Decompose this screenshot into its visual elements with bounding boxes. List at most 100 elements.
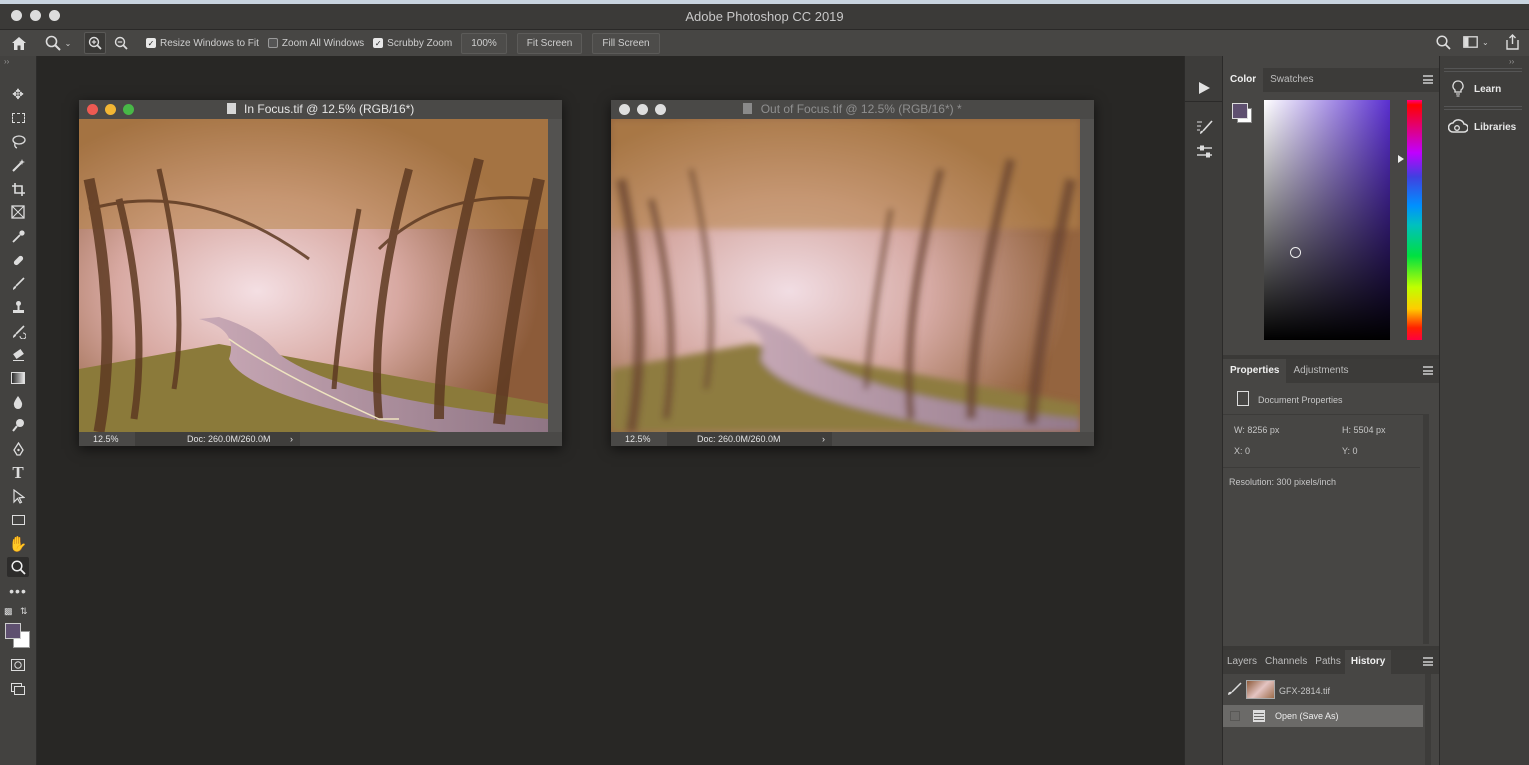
blur-tool-icon[interactable] [7,392,29,412]
resize-windows-checkbox[interactable]: ✓ Resize Windows to Fit [146,38,259,49]
zoom-document-button[interactable] [655,104,666,115]
foreground-color-swatch[interactable] [5,623,21,639]
color-picker-cursor[interactable] [1290,247,1301,258]
adjustment-sliders-icon[interactable] [1196,144,1213,164]
tab-layers[interactable]: Layers [1223,650,1261,674]
healing-brush-tool-icon[interactable] [7,250,29,270]
quick-mask-icon[interactable] [7,655,29,675]
frame-tool-icon[interactable] [7,202,29,222]
zoom-tool-active-icon[interactable] [7,557,29,577]
status-menu-arrow-icon[interactable]: › [822,434,825,444]
collapse-arrows-icon[interactable]: ›› [4,57,9,66]
saturation-brightness-field[interactable] [1264,100,1390,340]
document-properties-label: Document Properties [1258,395,1343,405]
crop-tool-icon[interactable] [7,179,29,199]
doc-size: Doc: 260.0M/260.0M [187,434,271,444]
marquee-tool-icon[interactable] [7,108,29,128]
clone-stamp-tool-icon[interactable] [7,297,29,317]
libraries-label: Libraries [1474,122,1517,133]
swap-colors-icon[interactable]: ⇅ [20,606,28,617]
move-tool-icon[interactable]: ✥ [7,84,29,104]
fill-screen-button[interactable]: Fill Screen [592,32,660,54]
more-tools-icon[interactable]: ••• [7,581,29,601]
tab-paths[interactable]: Paths [1311,650,1345,674]
zoom-document-button[interactable] [123,104,134,115]
document-title-bar[interactable]: In Focus.tif @ 12.5% (RGB/16*) [79,100,562,119]
menu-strip-edge [0,0,1529,4]
document-image-in-focus[interactable] [79,119,548,432]
search-icon[interactable] [1436,35,1451,53]
lightbulb-icon [1452,80,1464,97]
width-value[interactable]: W: 8256 px [1234,425,1279,435]
tab-properties[interactable]: Properties [1223,359,1287,383]
zoom-tool-preset-button[interactable]: ⌄ [38,30,78,56]
zoom-level[interactable]: 12.5% [93,434,119,444]
y-value[interactable]: Y: 0 [1342,446,1358,456]
document-image-out-of-focus[interactable] [611,119,1080,432]
title-bar: Adobe Photoshop CC 2019 [0,0,1529,30]
screen-mode-icon[interactable] [7,679,29,699]
home-icon[interactable] [0,30,38,56]
workspace-switcher[interactable]: ⌄ [1463,36,1489,48]
document-window-in-focus[interactable]: In Focus.tif @ 12.5% (RGB/16*) 12.5% Doc… [79,100,562,446]
history-brush-source-icon[interactable] [1227,682,1242,701]
zoom-in-button[interactable] [84,32,106,54]
history-brush-tool-icon[interactable] [7,321,29,341]
fit-screen-button[interactable]: Fit Screen [516,32,583,54]
eraser-tool-icon[interactable] [7,344,29,364]
zoom-level[interactable]: 12.5% [625,434,651,444]
checkbox-checked-icon: ✓ [146,38,156,48]
zoom-all-windows-checkbox[interactable]: Zoom All Windows [267,38,364,49]
height-value[interactable]: H: 5504 px [1342,425,1386,435]
document-window-out-of-focus[interactable]: Out of Focus.tif @ 12.5% (RGB/16*) * 12.… [611,100,1094,446]
panel-foreground-color-swatch[interactable] [1232,103,1248,119]
panel-menu-icon[interactable] [1423,366,1433,375]
hue-slider-handle-icon[interactable] [1398,155,1404,163]
share-icon[interactable] [1505,34,1520,53]
minimize-document-button[interactable] [105,104,116,115]
hand-tool-icon[interactable]: ✋ [7,534,29,554]
learn-button[interactable]: Learn [1440,76,1529,100]
type-tool-icon[interactable]: T [7,463,29,483]
tab-color[interactable]: Color [1223,68,1264,92]
default-colors-icon[interactable]: ▩ [4,606,13,617]
zoom-out-button[interactable] [110,32,132,54]
tab-channels[interactable]: Channels [1261,650,1311,674]
hue-slider[interactable] [1407,100,1422,340]
panel-menu-icon[interactable] [1423,657,1433,666]
close-document-button[interactable] [87,104,98,115]
zoom-100-button[interactable]: 100% [461,32,507,54]
rectangle-tool-icon[interactable] [7,510,29,530]
tab-adjustments[interactable]: Adjustments [1286,359,1355,383]
tab-history[interactable]: History [1344,650,1392,674]
pen-tool-icon[interactable] [7,439,29,459]
close-document-button[interactable] [619,104,630,115]
lasso-tool-icon[interactable] [7,131,29,151]
panel-scrollbar[interactable] [1425,674,1431,765]
actions-play-icon[interactable] [1197,81,1211,100]
app-title: Adobe Photoshop CC 2019 [685,9,844,24]
eyedropper-tool-icon[interactable] [7,226,29,246]
libraries-button[interactable]: Libraries [1440,115,1529,139]
history-brush-source-box[interactable] [1230,711,1240,721]
collapse-arrows-icon[interactable]: ›› [1509,57,1514,66]
dodge-tool-icon[interactable] [7,415,29,435]
tab-swatches[interactable]: Swatches [1263,68,1320,92]
panel-menu-icon[interactable] [1423,75,1433,84]
brush-tool-icon[interactable] [7,273,29,293]
document-title-bar[interactable]: Out of Focus.tif @ 12.5% (RGB/16*) * [611,100,1094,119]
creative-cloud-icon [1448,119,1468,133]
path-selection-tool-icon[interactable] [7,486,29,506]
forest-road-photo [79,119,548,432]
history-snapshot-row[interactable]: GFX-2814.tif [1223,678,1425,703]
scrubby-zoom-checkbox[interactable]: ✓ Scrubby Zoom [373,38,452,49]
history-state-row[interactable]: Open (Save As) [1223,705,1423,727]
brush-settings-icon[interactable] [1196,119,1213,140]
magic-wand-tool-icon[interactable] [7,155,29,175]
x-value[interactable]: X: 0 [1234,446,1250,456]
status-menu-arrow-icon[interactable]: › [290,434,293,444]
panel-scrollbar[interactable] [1423,414,1429,644]
history-panel: GFX-2814.tif Open (Save As) [1223,674,1440,765]
minimize-document-button[interactable] [637,104,648,115]
gradient-tool-icon[interactable] [7,368,29,388]
